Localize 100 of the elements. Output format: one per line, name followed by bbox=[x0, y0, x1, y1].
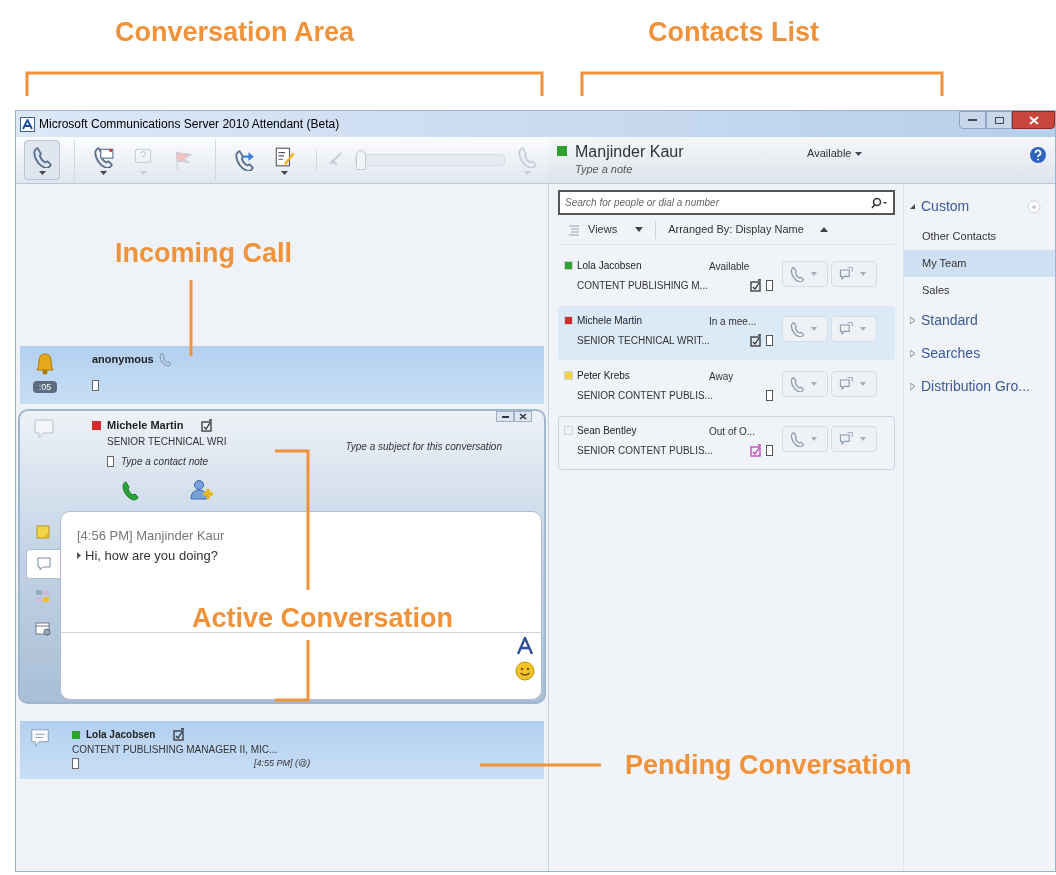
help-icon[interactable] bbox=[1029, 146, 1047, 164]
close-icon bbox=[519, 413, 527, 420]
expand-icon bbox=[77, 551, 81, 559]
dropdown-icon bbox=[38, 170, 46, 175]
note-field[interactable]: Type a note bbox=[575, 161, 795, 178]
phone-forward-icon bbox=[233, 149, 255, 171]
contact-status: Available bbox=[709, 260, 750, 274]
group-header[interactable]: Standard bbox=[921, 310, 978, 331]
expand-icon[interactable] bbox=[910, 350, 915, 357]
sort-ascending-icon[interactable] bbox=[819, 227, 828, 232]
chat-button[interactable] bbox=[831, 426, 877, 452]
dropdown-icon bbox=[811, 272, 817, 276]
smiley-icon[interactable] bbox=[515, 661, 535, 681]
call-button[interactable] bbox=[782, 316, 828, 342]
note-icon bbox=[766, 390, 773, 401]
expand-icon[interactable] bbox=[910, 317, 915, 324]
note-icon bbox=[766, 445, 773, 456]
font-icon[interactable] bbox=[516, 637, 534, 655]
chat-bubble-icon bbox=[838, 321, 854, 337]
contact-item[interactable]: Peter Krebs Away SENIOR CONTENT PUBLIS... bbox=[558, 361, 895, 415]
calendar-clock-icon bbox=[34, 619, 52, 637]
note-icon bbox=[766, 335, 773, 346]
message-header: [4:56 PM] Manjinder Kaur bbox=[77, 527, 226, 545]
contact-status: Away bbox=[709, 370, 734, 384]
close-button[interactable] bbox=[514, 411, 532, 422]
caller-name: anonymous bbox=[92, 352, 154, 367]
annotation-label: Pending Conversation bbox=[625, 749, 912, 782]
status-dropdown[interactable]: Available bbox=[807, 145, 862, 162]
incoming-call-card[interactable]: :05 anonymous bbox=[20, 346, 544, 404]
dropdown-icon bbox=[139, 170, 147, 175]
phone-icon[interactable] bbox=[120, 478, 140, 501]
phone-icon bbox=[157, 351, 172, 368]
call-button[interactable] bbox=[782, 426, 828, 452]
call-button[interactable] bbox=[782, 371, 828, 397]
minimize-button[interactable] bbox=[496, 411, 514, 422]
expand-icon[interactable] bbox=[910, 383, 915, 390]
contact-title: CONTENT PUBLISHING M... bbox=[577, 279, 709, 293]
window-title: Microsoft Communications Server 2010 Attendant (Beta) bbox=[39, 116, 340, 133]
dropdown-icon bbox=[99, 170, 107, 175]
contact-title: SENIOR TECHNICAL WRI bbox=[107, 434, 227, 449]
dropdown-icon bbox=[860, 382, 866, 386]
user-name: Manjinder Kaur bbox=[575, 142, 685, 161]
list-icon bbox=[568, 223, 580, 236]
chat-bubble-icon bbox=[838, 431, 854, 447]
contact-name: Peter Krebs bbox=[577, 368, 631, 383]
minimize-button[interactable] bbox=[959, 111, 986, 129]
dropdown-icon bbox=[523, 170, 531, 175]
close-button[interactable] bbox=[1012, 111, 1055, 129]
dropdown-icon[interactable] bbox=[635, 227, 644, 232]
group-header[interactable]: Custom bbox=[921, 196, 970, 217]
contact-name: Michele Martin bbox=[577, 313, 644, 328]
group-header[interactable]: Distribution Gro... bbox=[921, 376, 1030, 397]
annotation-label: Incoming Call bbox=[115, 237, 293, 270]
group-item[interactable]: Other Contacts bbox=[904, 223, 1055, 250]
call-button[interactable] bbox=[782, 261, 828, 287]
chat-button[interactable] bbox=[831, 261, 877, 287]
message-text: Hi, how are you doing? bbox=[85, 546, 218, 565]
side-tab[interactable] bbox=[26, 549, 60, 579]
chat-button[interactable] bbox=[831, 316, 877, 342]
group-header[interactable]: Searches bbox=[921, 343, 981, 364]
phone-icon bbox=[31, 145, 53, 168]
dropdown-icon bbox=[811, 437, 817, 441]
group-item[interactable]: Sales bbox=[904, 277, 1055, 304]
maximize-button[interactable] bbox=[986, 111, 1012, 129]
group-item[interactable]: My Team bbox=[904, 250, 1055, 277]
chat-bubble-icon bbox=[28, 727, 52, 749]
contact-name: Sean Bentley bbox=[577, 423, 638, 438]
chat-button[interactable] bbox=[831, 371, 877, 397]
contact-item[interactable]: Michele Martin In a mee... SENIOR TECHNICAL WRIT... bbox=[558, 306, 895, 360]
dropdown-icon bbox=[860, 327, 866, 331]
toolbar-button[interactable] bbox=[24, 140, 60, 180]
note-icon bbox=[92, 379, 99, 391]
search-placeholder: Search for people or dial a number bbox=[565, 196, 719, 210]
contact-name: Michele Martin bbox=[107, 418, 184, 433]
sort-button[interactable]: Arranged By: Display Name bbox=[668, 221, 804, 238]
chat-bubble-icon bbox=[34, 555, 53, 573]
close-icon bbox=[1028, 115, 1039, 125]
contact-name: Lola Jacobsen bbox=[577, 258, 643, 273]
views-button[interactable]: Views bbox=[588, 221, 618, 238]
chat-bubble-icon bbox=[838, 376, 854, 392]
pending-conversation-card[interactable]: Lola Jacobsen CONTENT PUBLISHING MANAGER II, MIC... [4:55 PM] (@) bbox=[20, 721, 544, 779]
notepad-pencil-icon bbox=[273, 145, 295, 168]
contact-note-field[interactable]: Type a contact note bbox=[121, 453, 209, 469]
contact-item[interactable]: Sean Bentley Out of O... SENIOR CONTENT PUBLIS... bbox=[558, 416, 895, 470]
add-person-icon[interactable] bbox=[190, 478, 214, 501]
contact-item[interactable]: Lola Jacobsen Available CONTENT PUBLISHING M... bbox=[558, 251, 895, 305]
phone-icon bbox=[789, 321, 805, 337]
phone-icon bbox=[516, 145, 538, 168]
search-field[interactable]: Search for people or dial a number bbox=[558, 190, 895, 215]
search-icon[interactable] bbox=[870, 196, 888, 209]
sticky-note-icon bbox=[34, 523, 52, 541]
dropdown-icon bbox=[280, 170, 288, 175]
note-edit-icon bbox=[201, 418, 214, 432]
subject-field[interactable]: Type a subject for this conversation bbox=[345, 439, 502, 453]
annotation-label: Conversation Area bbox=[115, 16, 355, 49]
contact-title: SENIOR CONTENT PUBLIS... bbox=[577, 389, 714, 403]
note-icon bbox=[72, 758, 79, 770]
dropdown-icon bbox=[860, 437, 866, 441]
annotation-label: Active Conversation bbox=[192, 602, 454, 635]
collapse-icon[interactable] bbox=[910, 203, 915, 210]
